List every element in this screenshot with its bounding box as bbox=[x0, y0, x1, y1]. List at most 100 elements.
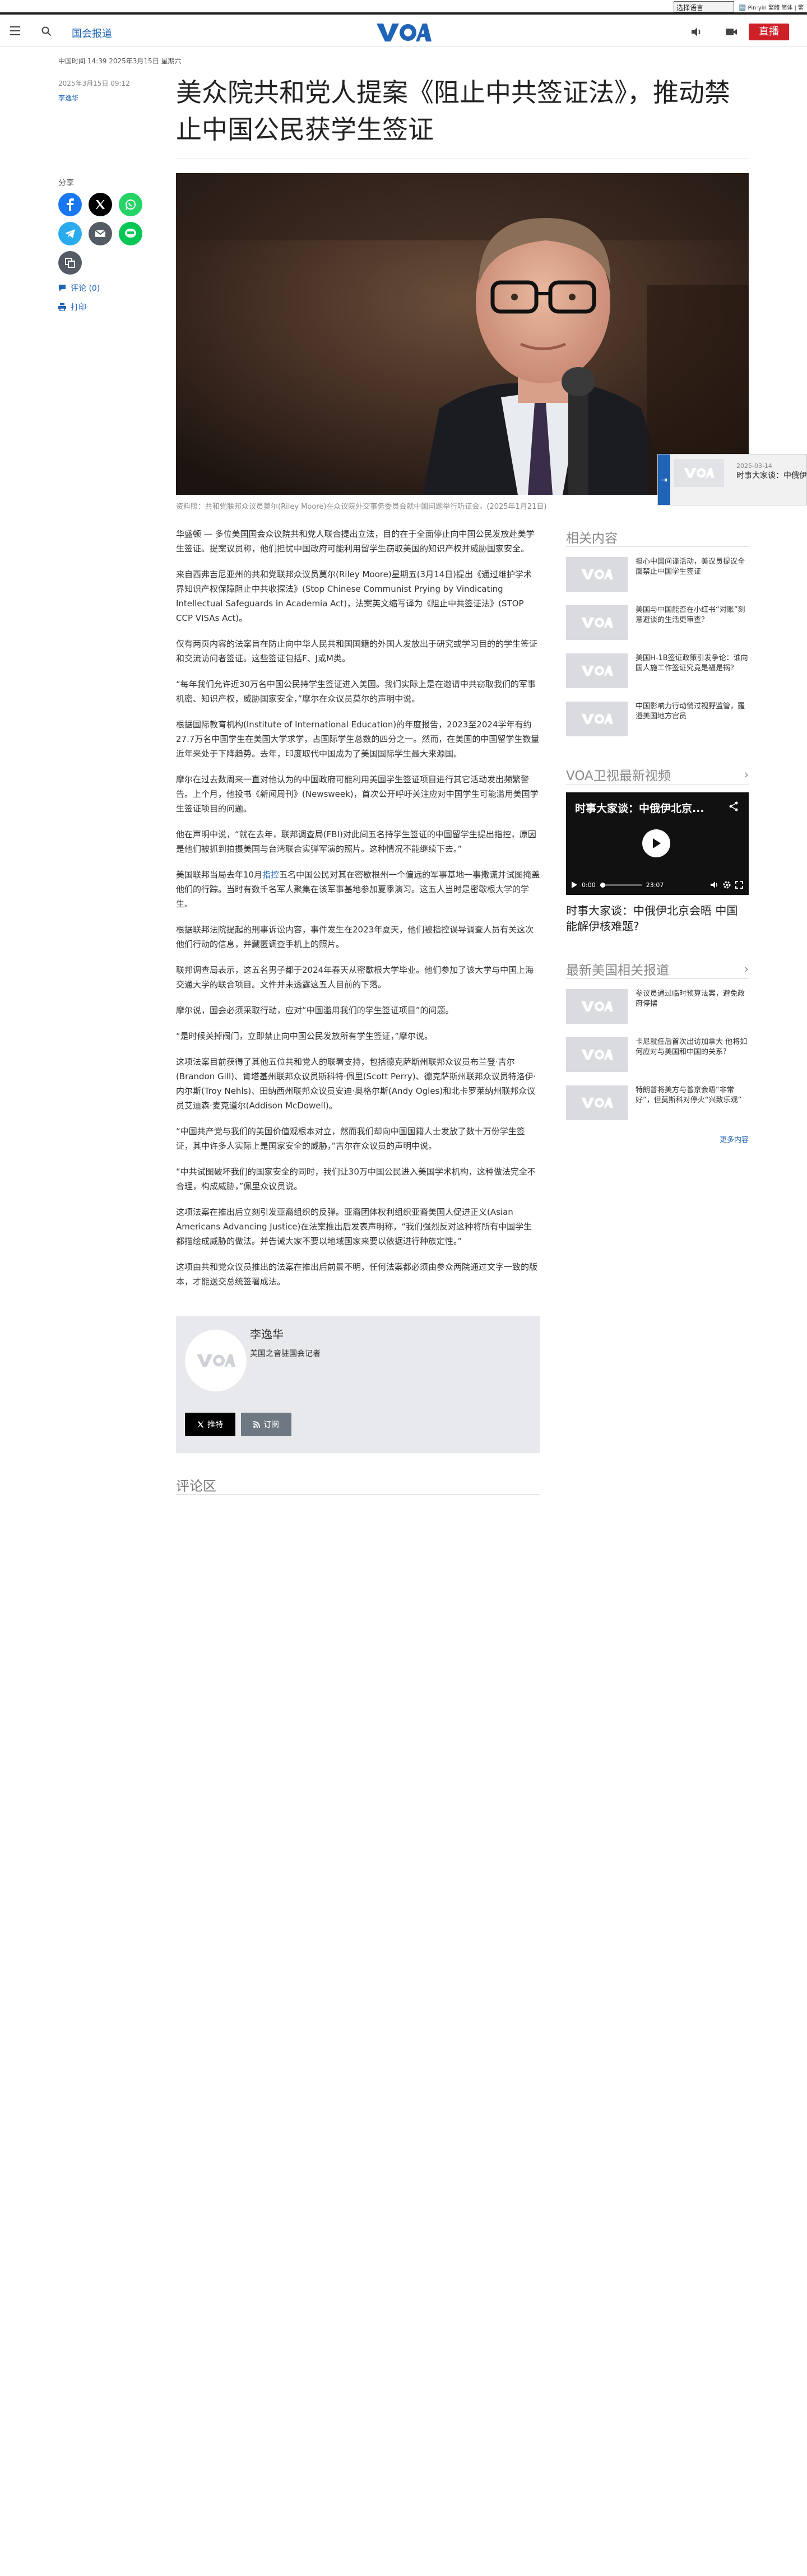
x-twitter-icon[interactable] bbox=[89, 193, 112, 216]
thumbnail[interactable] bbox=[566, 989, 628, 1024]
telegram-icon[interactable] bbox=[58, 222, 82, 245]
thumbnail[interactable] bbox=[566, 1037, 628, 1072]
paragraph: 他在声明中说，“就在去年，联邦调查局(FBI)对此间五名持学生签证的中国留学生提… bbox=[176, 829, 536, 854]
copy-link-icon[interactable] bbox=[58, 251, 82, 275]
list-item[interactable]: 美国H-1B签证政策引发争论：谁向国人施工作签证究竟是福是祸？ bbox=[566, 653, 749, 691]
thumbnail[interactable] bbox=[566, 557, 628, 592]
thumbnail[interactable] bbox=[566, 605, 628, 640]
paragraph: 这项由共和党众议员推出的法案在推出后前景不明，任何法案都必须由参众两院通过文字一… bbox=[176, 1262, 538, 1287]
thumbnail[interactable] bbox=[566, 1085, 628, 1120]
play-button[interactable] bbox=[642, 829, 670, 857]
list-item[interactable]: 卡尼就任后首次出访加拿大 他将如何应对与美国和中国的关系? bbox=[566, 1037, 749, 1075]
share-icon[interactable] bbox=[729, 801, 739, 814]
video-camera-icon[interactable] bbox=[725, 27, 738, 37]
paragraph: “每年我们允许近30万名中国公民持学生签证进入美国。我们实际上是在邀请中共窃取我… bbox=[176, 679, 536, 704]
comments-link[interactable]: 评论 (0) bbox=[58, 282, 154, 294]
paragraph: 来自西弗吉尼亚州的共和党联邦众议员莫尔(Riley Moore)星期五(3月14… bbox=[176, 569, 532, 623]
subscribe-label: 订阅 bbox=[263, 1421, 279, 1429]
language-links[interactable]: 🔤 Pin-yin 繁體 简体 | 繁 bbox=[739, 3, 804, 11]
live-button[interactable]: 直播 bbox=[749, 24, 789, 40]
paragraph: “中国共产党与我们的美国价值观根本对立，然而我们却向中国国籍人士发放了数十万份学… bbox=[176, 1126, 525, 1151]
list-item-title[interactable]: 中国影响力行动悄过视野监管，羅澄美国地方官员 bbox=[636, 702, 749, 722]
float-title[interactable]: 时事大家谈：中俄伊北京会晤 中国能解伊核难题? bbox=[736, 471, 806, 481]
paragraph: 摩尔说，国会必须采取行动，应对“中国滥用我们的学生签证项目”的问题。 bbox=[176, 1005, 454, 1015]
thumbnail[interactable] bbox=[566, 702, 628, 736]
latest-heading-label: 最新美国相关报道 bbox=[566, 963, 669, 978]
list-item-title[interactable]: 特朗普将美方与普京会晤“非常好”，但莫斯科对停火“兴致乐观” bbox=[636, 1085, 749, 1106]
paragraph: 这项法案目前获得了其他五位共和党人的联署支持，包括德克萨斯州联邦众议员布兰登·吉… bbox=[176, 1057, 536, 1111]
line-icon[interactable] bbox=[119, 222, 142, 245]
paragraph: 美国联邦当局去年10月指控五名中国公民对其在密歇根州一个偏远的军事基地一事撒谎并… bbox=[176, 870, 540, 909]
author-box: 李逸华 美国之音驻国会记者 推特 订阅 bbox=[176, 1316, 540, 1453]
list-item[interactable]: 美国与中国能否在小红书“对账”刻意避谈的生活更审查？ bbox=[566, 605, 749, 643]
floating-video-player[interactable]: ⇥ 2025-03-14 时事大家谈：中俄伊北京会晤 中国能解伊核难题? bbox=[657, 454, 807, 505]
video-current-time: 0:00 bbox=[582, 881, 596, 889]
print-link[interactable]: 打印 bbox=[58, 301, 154, 313]
paragraph: 仅有两页内容的法案旨在防止向中华人民共和国国籍的外国人发放出于研究或学习目的的学… bbox=[176, 639, 538, 663]
comment-icon bbox=[59, 285, 66, 291]
video-progress-bar[interactable] bbox=[600, 882, 642, 888]
language-select[interactable]: 选择语言 bbox=[674, 1, 734, 12]
settings-gear-icon[interactable] bbox=[723, 881, 731, 889]
paragraph: 摩尔在过去数周来一直对他认为的中国政府可能利用美国学生签证项目进行其它活动发出频… bbox=[176, 774, 539, 814]
rss-subscribe-button[interactable]: 订阅 bbox=[241, 1413, 291, 1436]
voa-logo[interactable] bbox=[375, 21, 432, 44]
author-name[interactable]: 李逸华 bbox=[250, 1325, 284, 1342]
video-overlay-title: 时事大家谈：中俄伊北京... bbox=[575, 802, 704, 815]
follow-x-button[interactable]: 推特 bbox=[185, 1413, 235, 1436]
paragraph: “中共试图破坏我们的国家安全的同时，我们让30万中国公民进入美国学术机构，这种做… bbox=[176, 1167, 536, 1191]
paragraph: 这项法案在推出后立刻引发亚裔组织的反弹。亚裔团体权利组织亚裔美国人促进正义(As… bbox=[176, 1207, 532, 1246]
volume-icon[interactable] bbox=[711, 881, 718, 888]
thumbnail[interactable] bbox=[566, 653, 628, 688]
article-body: 华盛顿 — 多位美国国会众议院共和党人联合提出立法，目的在于全面停止向中国公民发… bbox=[176, 527, 540, 1300]
paragraph: “是时候关掉阀门，立即禁止向中国公民发放所有学生签证，”摩尔说。 bbox=[176, 1031, 433, 1041]
float-thumbnail[interactable] bbox=[674, 459, 724, 487]
list-item[interactable]: 参议员通过临时预算法案，避免政府停摆 bbox=[566, 989, 749, 1027]
page-title: 美众院共和党人提案《阻止中共签证法》，推动禁止中国公民获学生签证 bbox=[176, 77, 730, 145]
video-player[interactable]: 时事大家谈：中俄伊北京... 0:00 23:07 bbox=[566, 792, 749, 895]
author-avatar[interactable] bbox=[185, 1330, 247, 1391]
video-heading[interactable]: VOA卫视最新视频 › bbox=[566, 764, 749, 785]
fullscreen-icon[interactable] bbox=[735, 881, 743, 889]
video-duration: 23:07 bbox=[646, 881, 664, 889]
facebook-icon[interactable] bbox=[58, 193, 82, 216]
navbar: 国会报道 直播 bbox=[0, 17, 807, 47]
hero-photo bbox=[176, 173, 749, 495]
list-item-title[interactable]: 担心中国间谍活动，美议员提议全面禁止中国学生签证 bbox=[636, 557, 749, 577]
list-item-title[interactable]: 美国与中国能否在小红书“对账”刻意避谈的生活更审查？ bbox=[636, 605, 749, 625]
author-link[interactable]: 李逸华 bbox=[58, 93, 78, 103]
search-icon[interactable] bbox=[41, 26, 52, 36]
list-item-title[interactable]: 卡尼就任后首次出访加拿大 他将如何应对与美国和中国的关系? bbox=[636, 1037, 749, 1057]
video-heading-label: VOA卫视最新视频 bbox=[566, 768, 671, 783]
list-item-title[interactable]: 美国H-1B签证政策引发争论：谁向国人施工作签证究竟是福是祸？ bbox=[636, 653, 749, 674]
whatsapp-icon[interactable] bbox=[119, 193, 142, 216]
rss-icon bbox=[253, 1421, 260, 1428]
publish-date: 2025年3月15日 09:12 bbox=[58, 80, 130, 87]
follow-label: 推特 bbox=[207, 1421, 223, 1429]
more-link[interactable]: 更多内容 bbox=[566, 1134, 749, 1144]
x-twitter-icon bbox=[197, 1421, 204, 1428]
comments-label: 评论 (0) bbox=[71, 284, 100, 293]
paragraph: 根据联邦法院提起的刑事诉讼内容，事件发生在2023年夏天，他们被指控误导调查人员… bbox=[176, 925, 534, 949]
video-caption[interactable]: 时事大家谈：中俄伊北京会晤 中国能解伊核难题? bbox=[566, 903, 749, 934]
float-date: 2025-03-14 bbox=[736, 462, 772, 470]
share-panel: 分享 评论 (0) 打印 bbox=[58, 177, 154, 313]
print-label: 打印 bbox=[71, 303, 86, 312]
inline-link[interactable]: 指控 bbox=[262, 870, 279, 880]
video-controls: 0:00 23:07 bbox=[566, 875, 749, 895]
email-icon[interactable] bbox=[89, 222, 112, 245]
share-label: 分享 bbox=[58, 179, 74, 188]
play-icon[interactable] bbox=[572, 881, 577, 888]
dateline: 中国时间 14:39 2025年3月15日 星期六 bbox=[58, 57, 182, 65]
list-item[interactable]: 特朗普将美方与普京会晤“非常好”，但莫斯科对停火“兴致乐观” bbox=[566, 1085, 749, 1124]
chevron-right-icon: › bbox=[744, 767, 749, 781]
list-item-title[interactable]: 参议员通过临时预算法案，避免政府停摆 bbox=[636, 989, 749, 1009]
list-item[interactable]: 担心中国间谍活动，美议员提议全面禁止中国学生签证 bbox=[566, 557, 749, 595]
collapse-icon[interactable]: ⇥ bbox=[658, 454, 670, 505]
paragraph: 华盛顿 — 多位美国国会众议院共和党人联合提出立法，目的在于全面停止向中国公民发… bbox=[176, 529, 535, 554]
menu-icon[interactable] bbox=[10, 26, 20, 38]
section-link[interactable]: 国会报道 bbox=[72, 26, 112, 40]
latest-heading[interactable]: 最新美国相关报道 › bbox=[566, 959, 749, 979]
speaker-icon[interactable] bbox=[690, 26, 703, 38]
list-item[interactable]: 中国影响力行动悄过视野监管，羅澄美国地方官员 bbox=[566, 702, 749, 740]
